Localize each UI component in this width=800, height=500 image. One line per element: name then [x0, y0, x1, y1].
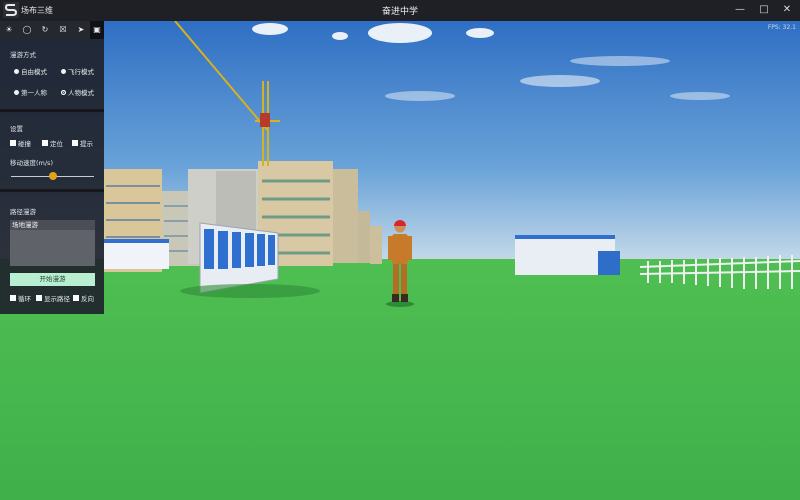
radio-free-mode[interactable]: 自由模式	[14, 66, 47, 76]
close-icon: ✕	[782, 4, 792, 15]
bulb-tool-button[interactable]: ◯	[18, 21, 36, 39]
radio-indicator[interactable]	[14, 68, 19, 74]
roam-icon: ▣	[93, 25, 101, 34]
checkbox[interactable]	[36, 295, 42, 301]
title-bar: 场布三维 奋进中学 — □ ✕	[0, 0, 800, 21]
rotate-tool-button[interactable]: ↻	[36, 21, 54, 39]
check-reverse[interactable]: 反向	[73, 293, 94, 303]
checkbox[interactable]	[10, 140, 16, 146]
crane-cab	[260, 113, 270, 127]
check-locate[interactable]: 定位	[42, 138, 63, 148]
radio-label: 人物模式	[68, 89, 94, 97]
sun-tool-button[interactable]: ☀	[0, 21, 18, 39]
checkbox-label: 循环	[18, 295, 31, 303]
site-office-left	[104, 239, 169, 269]
settings-title: 设置	[10, 125, 23, 133]
radio-indicator[interactable]	[14, 89, 19, 95]
radio-indicator[interactable]	[61, 68, 66, 74]
radio-label: 飞行模式	[68, 68, 94, 76]
speed-label: 移动速度(m/s)	[10, 159, 53, 167]
sun-icon: ☀	[5, 25, 13, 34]
roam-control-panel: ☀ ◯ ↻ ☒ ➤ ▣ 漫游方式 自由模式 飞行模式 第一人称 人物模式 设置 …	[0, 21, 104, 314]
maximize-button[interactable]: □	[754, 0, 774, 21]
window-title: 奋进中学	[381, 7, 418, 17]
check-hint[interactable]: 提示	[72, 138, 93, 148]
bulb-icon: ◯	[22, 25, 32, 34]
minimize-icon: —	[735, 4, 745, 15]
box-icon: ☒	[59, 25, 67, 34]
minimize-button[interactable]: —	[730, 0, 750, 21]
section-divider	[0, 189, 104, 192]
start-roam-button[interactable]: 开始漫游	[10, 273, 95, 286]
checkbox-label: 碰撞	[18, 140, 31, 148]
route-list[interactable]: 场地漫游	[10, 220, 95, 266]
radio-character-mode[interactable]: 人物模式	[61, 87, 94, 97]
radio-label: 第一人称	[21, 89, 47, 97]
checkbox[interactable]	[42, 140, 48, 146]
radio-indicator-selected[interactable]	[61, 89, 66, 95]
roam-mode-title: 漫游方式	[10, 51, 36, 59]
radio-fly-mode[interactable]: 飞行模式	[61, 66, 94, 76]
check-loop[interactable]: 循环	[10, 293, 31, 303]
section-divider	[0, 109, 104, 112]
check-show-path[interactable]: 显示路径	[36, 293, 70, 303]
send-tool-button[interactable]: ➤	[72, 21, 90, 39]
check-collision[interactable]: 碰撞	[10, 138, 31, 148]
checkbox-label: 反向	[81, 295, 94, 303]
panel-toolbar: ☀ ◯ ↻ ☒ ➤ ▣	[0, 21, 104, 39]
radio-first-person[interactable]: 第一人称	[14, 87, 47, 97]
checkbox-label: 定位	[50, 140, 63, 148]
route-list-item[interactable]: 场地漫游	[10, 220, 95, 230]
rotate-icon: ↻	[41, 25, 49, 34]
maximize-icon: □	[759, 4, 769, 15]
scene-viewport[interactable]: FPS: 32.1	[0, 21, 800, 500]
speed-slider-handle[interactable]	[48, 172, 57, 180]
radio-label: 自由模式	[21, 68, 47, 76]
checkbox[interactable]	[73, 295, 79, 301]
send-icon: ➤	[77, 25, 85, 34]
roam-tool-button[interactable]: ▣	[90, 21, 104, 39]
checkbox-label: 提示	[80, 140, 93, 148]
box-tool-button[interactable]: ☒	[54, 21, 72, 39]
scene-render[interactable]	[0, 21, 800, 500]
fps-counter: FPS: 32.1	[767, 24, 796, 31]
checkbox-label: 显示路径	[44, 295, 70, 303]
close-button[interactable]: ✕	[777, 0, 797, 21]
route-roam-title: 路径漫游	[10, 208, 36, 216]
checkbox[interactable]	[72, 140, 78, 146]
checkbox[interactable]	[10, 295, 16, 301]
